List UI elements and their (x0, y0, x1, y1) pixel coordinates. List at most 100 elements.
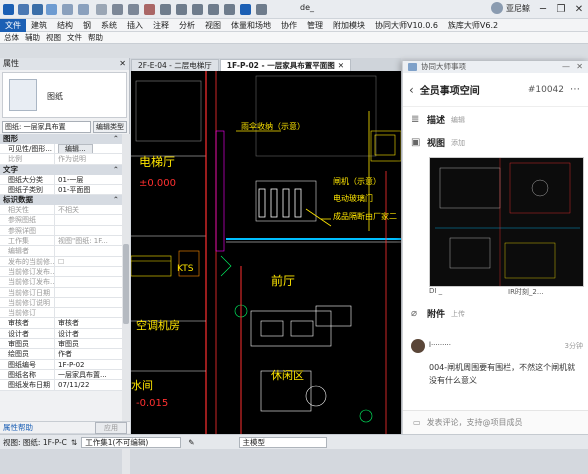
property-value (55, 298, 122, 307)
tab-file[interactable]: 文件 (0, 18, 26, 32)
text-icon[interactable] (160, 4, 171, 15)
comment-input[interactable]: ▭ 发表评论，支持@项目成员 (403, 410, 588, 434)
upload-link[interactable]: 上传 (451, 309, 465, 319)
workset-field[interactable]: de_ (300, 3, 314, 12)
3d-view-icon[interactable] (176, 4, 187, 15)
property-key: 绘图员 (0, 349, 55, 359)
more-icon[interactable]: ⋯ (570, 84, 580, 95)
tab-1f-p-02[interactable]: 1F-P-02 - 一层家具布置平面图 ✕ (219, 59, 352, 72)
tab-collaborate[interactable]: 协作 (276, 19, 302, 32)
property-value[interactable]: 07/11/22 (55, 380, 122, 389)
edit-description-link[interactable]: 编辑 (451, 115, 465, 125)
sync-status-icon[interactable]: ⇅ (71, 438, 77, 447)
back-icon[interactable]: ‹ (409, 83, 414, 97)
properties-close-icon[interactable]: ✕ (119, 58, 126, 70)
user-account[interactable]: 亚尼鲸 (491, 2, 530, 14)
close-hidden-icon[interactable] (224, 4, 235, 15)
workset-select[interactable]: 工作集1(不可编辑) (81, 436, 182, 448)
thin-lines-icon[interactable] (208, 4, 219, 15)
minimize-button[interactable]: ─ (534, 0, 552, 19)
tab-2f-e-04[interactable]: 2F-E-04 - 二层电梯厅 (131, 59, 219, 71)
property-value[interactable]: 设计者 (55, 329, 122, 338)
issue-nav: ‹ 全员事项空间 #10042 ⋯ (403, 73, 588, 107)
property-value[interactable]: 01-一层 (55, 175, 122, 184)
instance-selector[interactable]: 图纸: 一层家具布置 (2, 121, 91, 133)
add-view-link[interactable]: 添加 (451, 138, 465, 148)
properties-help-link[interactable]: 属性帮助 (3, 422, 33, 433)
tag-icon[interactable] (144, 4, 155, 15)
property-value-cell[interactable]: 编辑... (55, 144, 122, 154)
tab-massing-site[interactable]: 体量和场地 (226, 19, 276, 32)
dimension-icon[interactable] (128, 4, 139, 15)
visibility-graphics-edit-button[interactable]: 编辑... (58, 144, 93, 154)
drawing-canvas[interactable]: 电梯厅 ±0.000 雨伞收纳（示意） 闸机（示意） 电动玻璃门 成品隔断由厂家… (131, 71, 401, 434)
print-icon[interactable] (96, 4, 107, 15)
revit-logo-icon[interactable] (3, 4, 14, 15)
menu-file[interactable]: 文件 (67, 32, 82, 43)
property-group-header[interactable]: 标识数据 ⌃ (0, 195, 122, 206)
tab-addins[interactable]: 附加模块 (328, 19, 370, 32)
user-name: 亚尼鲸 (506, 3, 530, 13)
collapse-icon[interactable]: ⌃ (113, 195, 119, 205)
collapse-icon[interactable]: ⌃ (113, 165, 119, 175)
editable-icon[interactable]: ✎ (188, 438, 194, 447)
tab-label: 2F-E-04 - 二层电梯厅 (138, 60, 212, 70)
close-icon[interactable]: ✕ (338, 60, 344, 72)
scroll-thumb[interactable] (123, 244, 129, 324)
menu-general[interactable]: 总体 (4, 32, 19, 43)
minimize-icon[interactable]: — (562, 61, 570, 73)
tab-insert[interactable]: 插入 (122, 19, 148, 32)
menu-view[interactable]: 视图 (46, 32, 61, 43)
tab-systems[interactable]: 系统 (96, 19, 122, 32)
tab-architecture[interactable]: 建筑 (26, 19, 52, 32)
apply-button[interactable]: 应用 (95, 421, 127, 434)
property-key: 审核者 (0, 318, 55, 328)
tab-view[interactable]: 视图 (200, 19, 226, 32)
property-key: 可见性/图形... (0, 144, 55, 154)
redo-icon[interactable] (78, 4, 89, 15)
measure-icon[interactable] (112, 4, 123, 15)
property-value[interactable]: 01-平面图 (55, 185, 122, 194)
property-value[interactable]: 1F-P-02 (55, 360, 122, 369)
sync-icon[interactable] (46, 4, 57, 15)
save-icon[interactable] (32, 4, 43, 15)
view-snapshot[interactable] (429, 157, 584, 287)
tab-family-master[interactable]: 族库大师V6.2 (443, 19, 503, 32)
property-value[interactable]: 审核者 (55, 318, 122, 327)
close-button[interactable]: ✕ (570, 0, 588, 19)
tab-structure[interactable]: 结构 (52, 19, 78, 32)
open-icon[interactable] (18, 4, 29, 15)
edit-type-button[interactable]: 编辑类型 (93, 121, 127, 133)
settings-icon[interactable] (256, 4, 267, 15)
description-icon: ≣ (411, 113, 420, 125)
property-group-header[interactable]: 文字 ⌃ (0, 164, 122, 175)
property-value[interactable]: 作者 (55, 349, 122, 358)
tab-annotate[interactable]: 注释 (148, 19, 174, 32)
properties-panel: 属性 ✕ 图纸 图纸: 一层家具布置 编辑类型 图形 ⌃ 可见性/图形... 编辑...… (0, 58, 130, 474)
tab-steel[interactable]: 钢 (78, 19, 96, 32)
restore-button[interactable]: ❐ (552, 0, 570, 19)
collapse-icon[interactable]: ⌃ (113, 134, 119, 144)
property-value[interactable]: 一层家具布置... (55, 370, 122, 379)
property-row: 图纸大分类 01-一层 (0, 174, 122, 185)
undo-icon[interactable] (62, 4, 73, 15)
property-row: 可见性/图形... 编辑... (0, 144, 122, 155)
property-value[interactable]: 审图员 (55, 339, 122, 348)
tab-manage[interactable]: 管理 (302, 19, 328, 32)
close-icon[interactable]: ✕ (576, 61, 583, 73)
menu-help[interactable]: 帮助 (88, 32, 103, 43)
section-icon[interactable] (192, 4, 203, 15)
property-key: 审图员 (0, 339, 55, 349)
tab-collab-master[interactable]: 协同大师V10.0.6 (370, 19, 443, 32)
attachment-section: ⌀ 附件 上传 (411, 307, 465, 320)
property-key: 参照图纸 (0, 215, 55, 225)
property-group-header[interactable]: 图形 ⌃ (0, 134, 122, 144)
snapshot-caption-left: DI _ (429, 287, 443, 295)
design-option-value: 主模型 (242, 437, 266, 447)
design-option-select[interactable]: 主模型 (238, 436, 327, 448)
tab-analyze[interactable]: 分析 (174, 19, 200, 32)
property-row: 审图员 审图员 (0, 339, 122, 350)
switch-window-icon[interactable] (240, 4, 251, 15)
menu-assist[interactable]: 辅助 (25, 32, 40, 43)
snapshot-drawing (435, 158, 580, 286)
